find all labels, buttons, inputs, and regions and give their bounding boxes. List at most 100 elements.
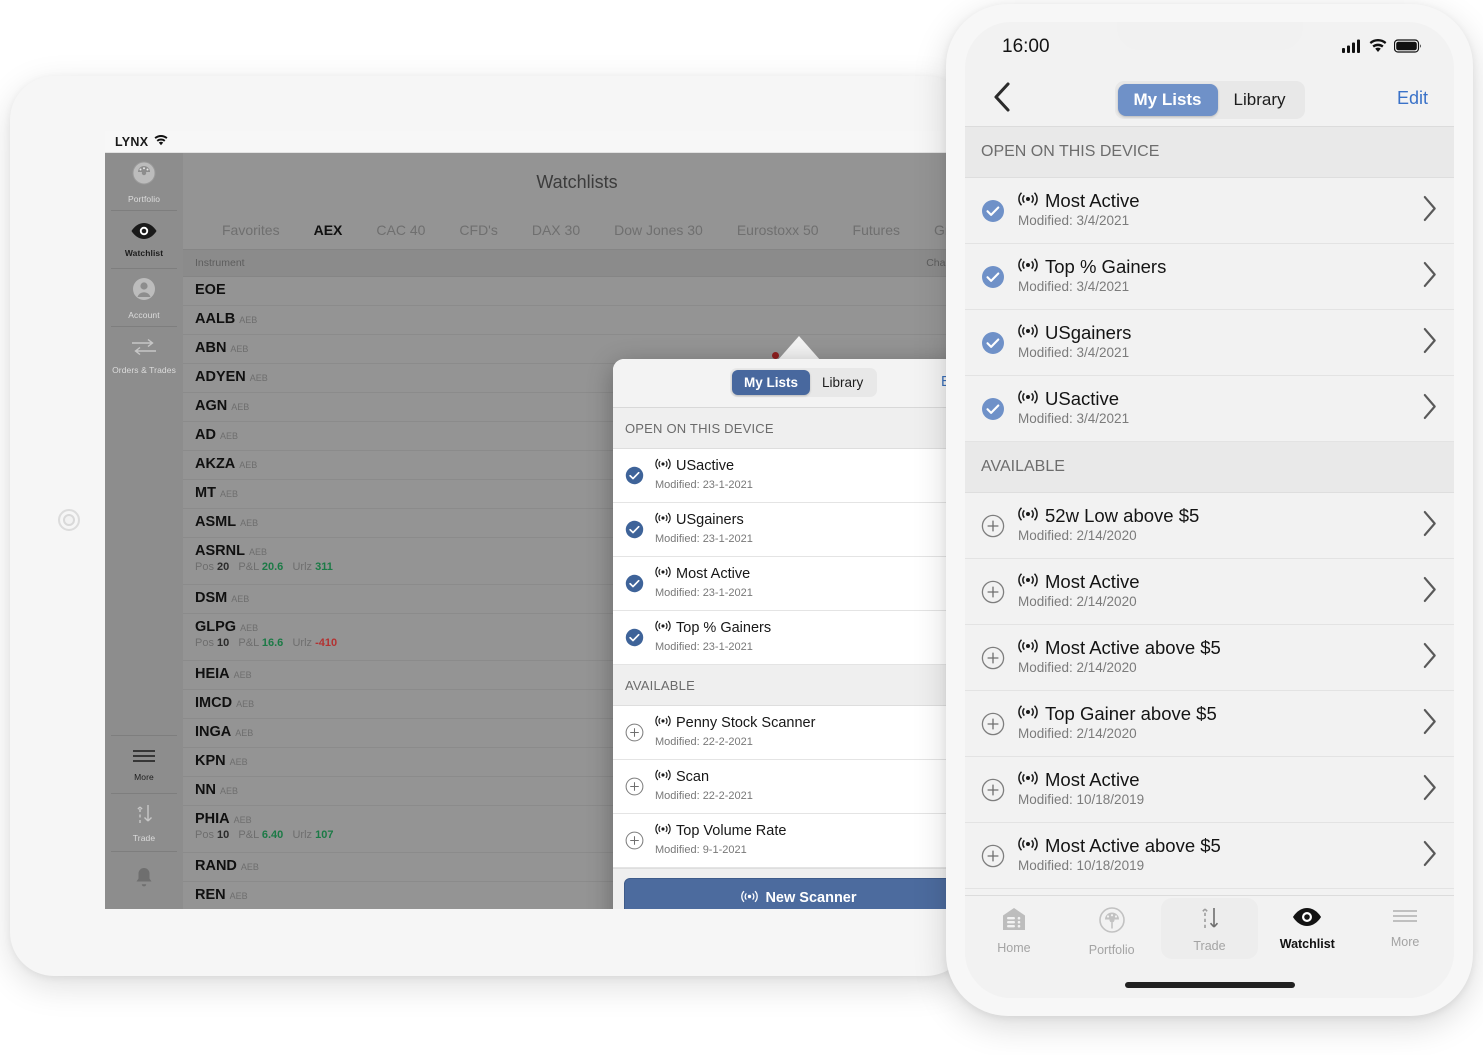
chevron-right-icon[interactable] xyxy=(1421,195,1438,227)
checkmark-icon[interactable] xyxy=(625,520,644,539)
list-item[interactable]: Most Active above $5 Modified: 10/18/2019 xyxy=(965,823,1454,889)
chevron-left-icon[interactable] xyxy=(991,81,1013,118)
phone-edit-button[interactable]: Edit xyxy=(1397,88,1428,109)
checkmark-icon[interactable] xyxy=(625,628,644,647)
chevron-right-icon[interactable] xyxy=(1421,510,1438,542)
chevron-right-icon[interactable] xyxy=(1421,774,1438,806)
checkmark-icon[interactable] xyxy=(981,265,1005,289)
phone-segment-library[interactable]: Library xyxy=(1218,84,1302,116)
instrument-exchange: AEB xyxy=(233,670,252,680)
chevron-right-icon[interactable] xyxy=(1421,261,1438,293)
eye-icon xyxy=(1291,906,1323,933)
tablet-home-button[interactable] xyxy=(58,509,80,531)
phone-screen: 16:00 My Lists Library Edit OPEN ON THIS… xyxy=(965,22,1454,998)
checkmark-icon[interactable] xyxy=(981,199,1005,223)
tab-dow-jones-30[interactable]: Dow Jones 30 xyxy=(597,222,720,238)
sidebar-item-alerts[interactable] xyxy=(105,852,183,909)
plus-icon[interactable] xyxy=(981,580,1005,604)
sidebar-item-portfolio[interactable]: Portfolio xyxy=(105,153,183,210)
list-item[interactable]: Scan Modified: 22-2-2021 xyxy=(613,760,971,814)
list-item[interactable]: USgainers Modified: 23-1-2021 xyxy=(613,503,971,557)
chevron-right-icon[interactable] xyxy=(1421,708,1438,740)
list-item[interactable]: Most Active Modified: 3/4/2021 xyxy=(965,178,1454,244)
tab-favorites[interactable]: Favorites xyxy=(205,222,297,238)
table-row[interactable]: AALBAEB2.4 xyxy=(183,306,971,335)
list-item[interactable]: Top % Gainers Modified: 23-1-2021 xyxy=(613,611,971,665)
list-item[interactable]: Top Gainer above $5 Modified: 2/14/2020 xyxy=(965,691,1454,757)
list-item[interactable]: USgainers Modified: 3/4/2021 xyxy=(965,310,1454,376)
tab-home[interactable]: Home xyxy=(965,906,1063,955)
list-item-name: Most Active xyxy=(1018,190,1421,211)
instrument-symbol: EOE xyxy=(195,282,226,298)
list-item[interactable]: USactive Modified: 23-1-2021 xyxy=(613,449,971,503)
list-item[interactable]: 52w Low above $5 Modified: 2/14/2020 xyxy=(965,493,1454,559)
checkmark-icon[interactable] xyxy=(625,466,644,485)
scanner-icon xyxy=(1018,257,1038,277)
plus-icon[interactable] xyxy=(981,514,1005,538)
tab-label-watchlist: Watchlist xyxy=(1279,937,1335,951)
popup-segment-my-lists[interactable]: My Lists xyxy=(732,370,811,395)
plus-icon[interactable] xyxy=(981,646,1005,670)
table-row[interactable]: EOE1.6 xyxy=(183,277,971,306)
popup-segment-library[interactable]: Library xyxy=(810,370,875,395)
chevron-right-icon[interactable] xyxy=(1421,393,1438,425)
instrument-symbol: ABN xyxy=(195,340,227,356)
sidebar-label-portfolio: Portfolio xyxy=(127,193,161,204)
sidebar-bottom-group: More Trade xyxy=(105,735,183,909)
tab-more[interactable]: More xyxy=(1356,906,1454,949)
list-item[interactable]: Top % Gainers Modified: 3/4/2021 xyxy=(965,244,1454,310)
checkmark-icon[interactable] xyxy=(625,574,644,593)
phone-device: 16:00 My Lists Library Edit OPEN ON THIS… xyxy=(946,4,1473,1016)
plus-icon[interactable] xyxy=(981,844,1005,868)
plus-icon[interactable] xyxy=(625,723,644,742)
tab-dax30[interactable]: DAX 30 xyxy=(515,222,597,238)
tab-eurostoxx-50[interactable]: Eurostoxx 50 xyxy=(720,222,836,238)
tab-trade[interactable]: Trade xyxy=(1160,898,1259,959)
plus-icon[interactable] xyxy=(981,778,1005,802)
sidebar-label-orders-trades: Orders & Trades xyxy=(112,364,176,375)
phone-segmented-control[interactable]: My Lists Library xyxy=(1114,81,1305,119)
checkmark-icon[interactable] xyxy=(981,397,1005,421)
instrument-exchange: AEB xyxy=(240,518,259,528)
instrument-exchange: AEB xyxy=(233,815,252,825)
chevron-right-icon[interactable] xyxy=(1421,576,1438,608)
tab-cac40[interactable]: CAC 40 xyxy=(359,222,442,238)
plus-icon[interactable] xyxy=(625,777,644,796)
scanner-icon xyxy=(655,715,671,732)
plus-icon[interactable] xyxy=(981,712,1005,736)
list-item[interactable]: USactive Modified: 3/4/2021 xyxy=(965,376,1454,442)
tab-portfolio[interactable]: Portfolio xyxy=(1063,906,1161,957)
list-item[interactable]: Most Active Modified: 2/14/2020 xyxy=(965,559,1454,625)
sidebar-item-orders-trades[interactable]: Orders & Trades xyxy=(105,327,183,384)
list-item[interactable]: Top Volume Rate Modified: 9-1-2021 xyxy=(613,814,971,868)
list-item[interactable]: Penny Stock Scanner Modified: 22-2-2021 xyxy=(613,706,971,760)
checkmark-icon[interactable] xyxy=(981,331,1005,355)
phone-segment-my-lists[interactable]: My Lists xyxy=(1117,84,1218,116)
watchlist-tab-strip[interactable]: Favorites AEX CAC 40 CFD's DAX 30 Dow Jo… xyxy=(183,211,971,249)
popup-segmented-control[interactable]: My Lists Library xyxy=(730,368,878,397)
chevron-right-icon[interactable] xyxy=(1421,840,1438,872)
list-item[interactable]: Most Active Modified: 10/18/2019 xyxy=(965,757,1454,823)
sidebar-item-trade[interactable]: Trade xyxy=(105,794,183,851)
sidebar-item-account[interactable]: Account xyxy=(105,269,183,326)
chevron-right-icon[interactable] xyxy=(1421,327,1438,359)
sidebar-item-watchlist[interactable]: Watchlist xyxy=(105,211,183,268)
status-time: 16:00 xyxy=(1002,36,1050,57)
status-icons xyxy=(1342,39,1422,58)
new-scanner-button[interactable]: New Scanner xyxy=(624,878,971,909)
tab-futures[interactable]: Futures xyxy=(836,222,917,238)
list-item[interactable]: Most Active Modified: 23-1-2021 xyxy=(613,557,971,611)
list-item[interactable]: Most Active above $5 Modified: 2/14/2020 xyxy=(965,625,1454,691)
wifi-icon xyxy=(154,133,168,151)
plus-icon[interactable] xyxy=(625,831,644,850)
list-item-name: Most Active above $5 xyxy=(1018,637,1421,658)
scanner-icon xyxy=(1018,770,1038,790)
section-header: AVAILABLE xyxy=(965,442,1454,493)
chevron-right-icon[interactable] xyxy=(1421,642,1438,674)
list-item-modified: Modified: 9-1-2021 xyxy=(655,843,747,856)
tab-cfds[interactable]: CFD's xyxy=(442,222,514,238)
sidebar-item-more[interactable]: More xyxy=(105,736,183,793)
tab-aex[interactable]: AEX xyxy=(297,222,360,238)
tab-watchlist[interactable]: Watchlist xyxy=(1258,906,1356,951)
section-header: OPEN ON THIS DEVICE xyxy=(613,408,971,449)
